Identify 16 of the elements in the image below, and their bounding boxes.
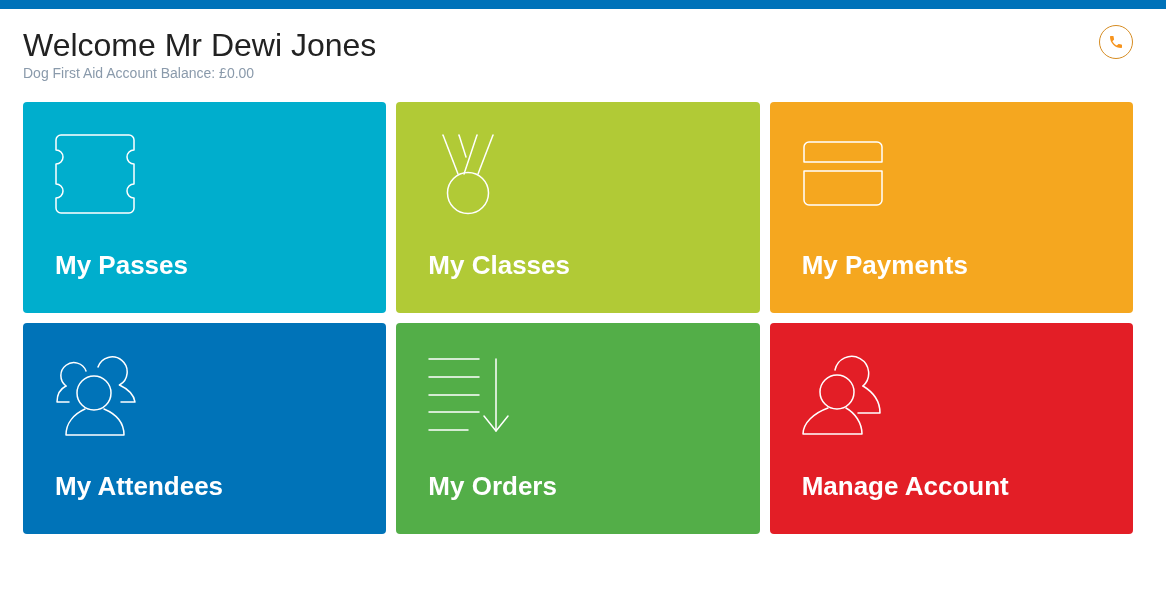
phone-button[interactable] [1099, 25, 1133, 59]
dashboard-tile[interactable]: My Passes [23, 102, 387, 313]
list-down-arrow-icon [428, 358, 510, 433]
dashboard-tile[interactable]: My Payments [769, 102, 1133, 313]
phone-icon [1110, 36, 1122, 48]
dashboard-tile[interactable]: My Orders [396, 323, 760, 534]
two-people-icon [801, 355, 882, 435]
card-icon [802, 141, 883, 206]
medal-icon [442, 134, 496, 215]
dashboard-tile[interactable]: Manage Account [769, 323, 1133, 534]
account-balance-text: Dog First Aid Account Balance: £0.00 [23, 64, 256, 82]
dashboard-tile[interactable]: My Classes [396, 102, 760, 313]
ticket-icon [55, 134, 135, 214]
dashboard-tile[interactable]: My Attendees [23, 323, 387, 534]
welcome-heading: Welcome Mr Dewi Jones [23, 26, 377, 64]
people-group-icon [56, 356, 136, 436]
